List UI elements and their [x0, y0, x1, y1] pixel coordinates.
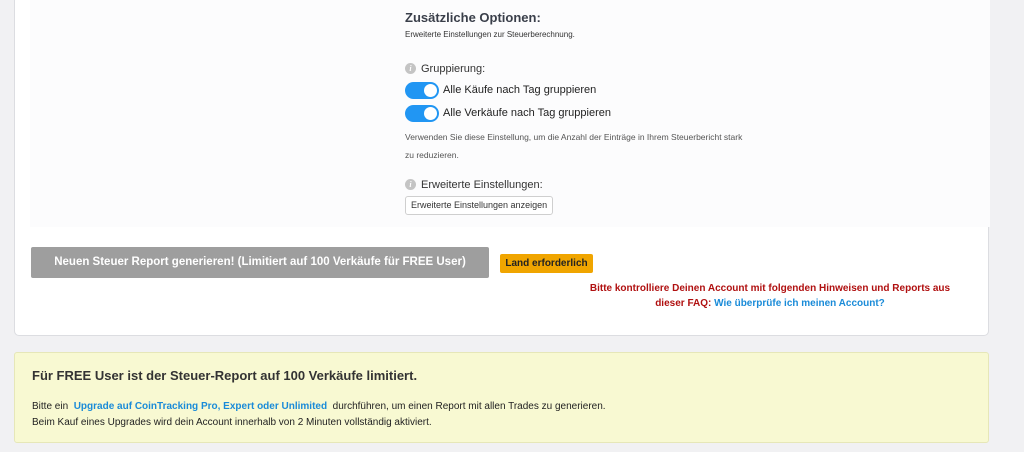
info-icon[interactable]: i	[405, 179, 416, 190]
section-description: Erweiterte Einstellungen zur Steuerberec…	[405, 30, 575, 39]
advanced-settings-label: Erweiterte Einstellungen:	[421, 179, 543, 191]
free-user-notice: Für FREE User ist der Steuer-Report auf …	[14, 352, 989, 443]
info-icon[interactable]: i	[405, 63, 416, 74]
faq-account-check-link[interactable]: Wie überprüfe ich meinen Account?	[714, 298, 885, 309]
grouping-hint: Verwenden Sie diese Einstellung, um die …	[405, 128, 785, 164]
toggle-knob	[424, 107, 437, 120]
toggle-group-purchases[interactable]	[405, 82, 439, 99]
grouping-label: Gruppierung:	[421, 63, 486, 75]
warning-line2-prefix: dieser FAQ:	[655, 298, 712, 309]
toggle-group-sales-label[interactable]: Alle Verkäufe nach Tag gruppieren	[443, 107, 611, 119]
section-title: Zusätzliche Optionen:	[405, 10, 541, 25]
notice-line2: Beim Kauf eines Upgrades wird dein Accou…	[32, 417, 432, 428]
toggle-group-sales[interactable]	[405, 105, 439, 122]
notice-line1-prefix: Bitte ein	[32, 401, 69, 412]
grouping-hint-line1: Verwenden Sie diese Einstellung, um die …	[405, 132, 743, 142]
generate-tax-report-button[interactable]: Neuen Steuer Report generieren! (Limitie…	[31, 247, 489, 278]
toggle-group-purchases-label[interactable]: Alle Käufe nach Tag gruppieren	[443, 84, 596, 96]
warning-line1: Bitte kontrolliere Deinen Account mit fo…	[589, 283, 951, 294]
country-required-badge[interactable]: Land erforderlich	[500, 254, 593, 273]
account-check-warning: Bitte kontrolliere Deinen Account mit fo…	[560, 281, 980, 311]
notice-title: Für FREE User ist der Steuer-Report auf …	[32, 368, 418, 383]
notice-line1: Bitte ein Upgrade auf CoinTracking Pro, …	[32, 401, 606, 412]
grouping-hint-line2: zu reduzieren.	[405, 150, 459, 160]
toggle-knob	[424, 84, 437, 97]
upgrade-link[interactable]: Upgrade auf CoinTracking Pro, Expert ode…	[74, 401, 327, 412]
warning-line2: dieser FAQ: Wie überprüfe ich meinen Acc…	[560, 296, 980, 311]
notice-line1-suffix: durchführen, um einen Report mit allen T…	[332, 401, 606, 412]
show-advanced-settings-button[interactable]: Erweiterte Einstellungen anzeigen	[405, 196, 554, 215]
